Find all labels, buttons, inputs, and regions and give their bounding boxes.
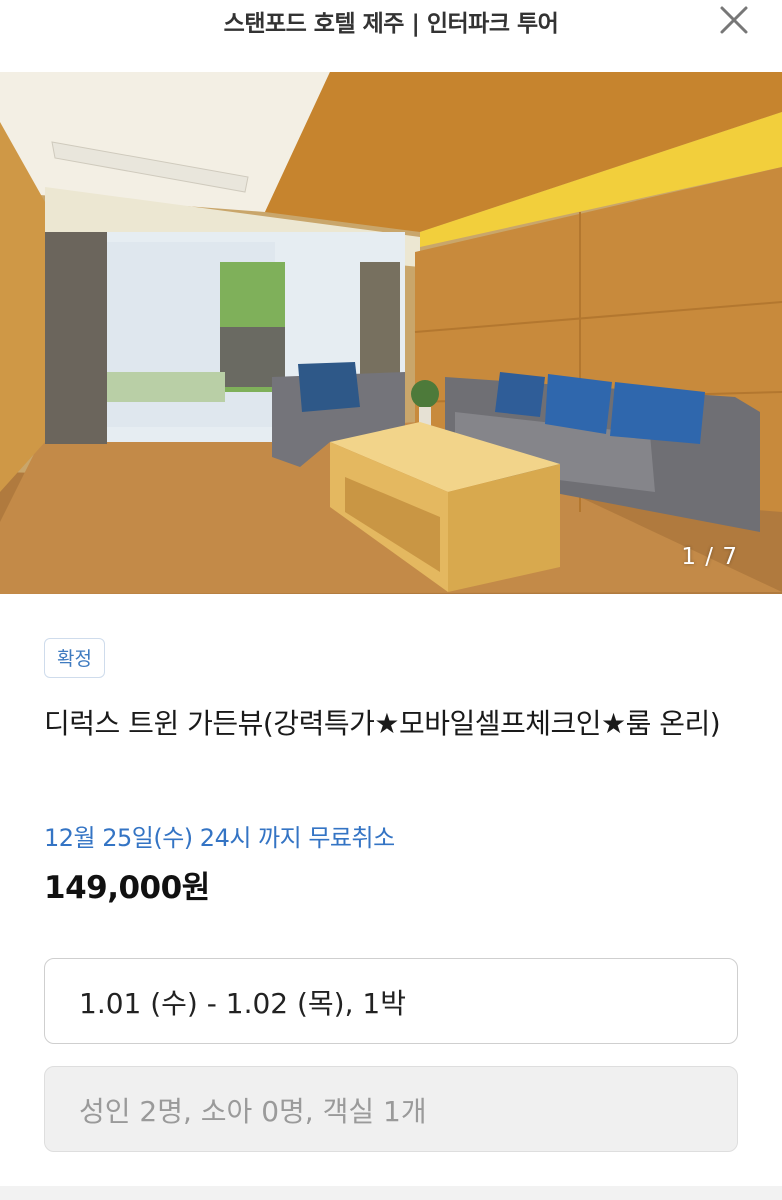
room-photo <box>0 72 782 594</box>
header: 스탠포드 호텔 제주 | 인터파크 투어 <box>0 0 782 70</box>
free-cancellation-info: 12월 25일(수) 24시 까지 무료취소 <box>44 824 395 852</box>
room-price: 149,000원 <box>44 870 210 906</box>
booking-page: 스탠포드 호텔 제주 | 인터파크 투어 1 / 7 확정 디럭스 트윈 가든뷰… <box>0 0 782 1200</box>
status-badge: 확정 <box>44 638 105 678</box>
room-name: 디럭스 트윈 가든뷰(강력특가★모바일셀프체크인★룸 온리) <box>44 707 721 740</box>
close-button[interactable] <box>712 0 756 40</box>
guest-selector[interactable]: 성인 2명, 소아 0명, 객실 1개 <box>44 1066 738 1152</box>
guest-count-value: 성인 2명, 소아 0명, 객실 1개 <box>79 1095 427 1128</box>
page-title: 스탠포드 호텔 제주 | 인터파크 투어 <box>223 11 559 37</box>
bottom-divider <box>0 1186 782 1200</box>
photo-counter: 1 / 7 <box>681 544 738 570</box>
close-icon <box>720 6 748 34</box>
date-range-value: 1.01 (수) - 1.02 (목), 1박 <box>79 987 406 1020</box>
room-photo-gallery[interactable]: 1 / 7 <box>0 72 782 594</box>
date-selector[interactable]: 1.01 (수) - 1.02 (목), 1박 <box>44 958 738 1044</box>
